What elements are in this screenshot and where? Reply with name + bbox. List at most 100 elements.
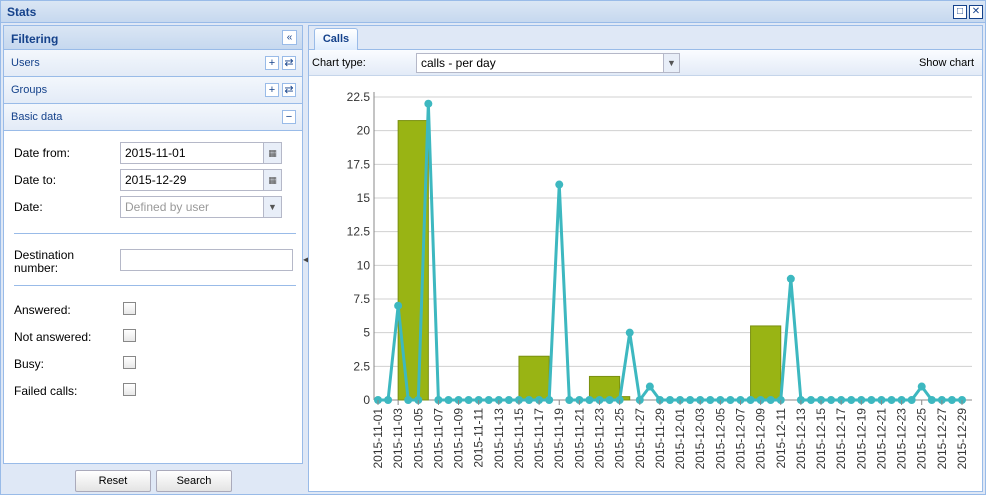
data-point <box>555 180 564 189</box>
date-row: Date: Defined by user ▼ <box>14 196 299 218</box>
calendar-icon[interactable]: ▦ <box>263 170 281 190</box>
bar <box>518 355 550 401</box>
data-point <box>444 396 453 404</box>
divider <box>14 233 296 234</box>
x-tick-label: 2015-11-25 <box>613 408 627 469</box>
data-point <box>746 396 755 404</box>
y-tick-label: 12.5 <box>347 225 371 239</box>
x-tick-label: 2015-11-17 <box>532 408 546 469</box>
busy-checkbox[interactable] <box>123 356 136 369</box>
date-from-value: 2015-11-01 <box>125 146 186 160</box>
data-point <box>565 396 574 404</box>
tab-calls[interactable]: Calls <box>314 28 358 50</box>
section-basic-label: Basic data <box>11 111 63 123</box>
x-tick-label: 2015-11-29 <box>653 408 667 469</box>
date-to-input[interactable]: 2015-12-29 ▦ <box>120 169 282 191</box>
x-tick-label: 2015-12-15 <box>814 408 828 470</box>
calls-panel: Calls Chart type: calls - per day ▼ Show… <box>308 25 983 492</box>
y-tick-label: 20 <box>357 124 371 138</box>
x-tick-label: 2015-12-11 <box>774 408 788 469</box>
date-to-value: 2015-12-29 <box>125 173 187 187</box>
data-point <box>585 396 594 404</box>
data-point <box>645 382 654 391</box>
section-users[interactable]: Users + ⇄ <box>4 50 302 77</box>
date-label: Date: <box>14 200 43 214</box>
x-tick-label: 2015-12-19 <box>854 408 868 470</box>
x-tick-label: 2015-12-03 <box>693 408 707 470</box>
data-point <box>766 396 775 404</box>
maximize-icon[interactable]: □ <box>953 5 967 19</box>
busy-label: Busy: <box>14 357 45 371</box>
x-tick-label: 2015-12-05 <box>713 408 727 470</box>
date-select[interactable]: Defined by user ▼ <box>120 196 282 218</box>
x-tick-label: 2015-11-27 <box>633 408 647 469</box>
destination-label-line1: Destination <box>14 248 75 262</box>
chart-type-value: calls - per day <box>421 56 496 70</box>
reset-button[interactable]: Reset <box>75 470 151 492</box>
basic-collapse-icon[interactable]: − <box>282 110 296 124</box>
data-point <box>917 382 926 391</box>
destination-label-line2: number: <box>14 261 59 275</box>
close-icon[interactable]: ✕ <box>969 5 983 19</box>
window-title: Stats <box>7 5 37 19</box>
failed-calls-label: Failed calls: <box>14 384 78 398</box>
filter-panel-header: Filtering « <box>4 26 302 50</box>
divider <box>14 285 296 286</box>
x-tick-label: 2015-12-23 <box>895 408 909 470</box>
y-tick-label: 17.5 <box>347 157 371 171</box>
destination-number-input[interactable] <box>120 249 293 271</box>
data-point <box>545 396 554 404</box>
y-tick-label: 7.5 <box>353 292 370 306</box>
show-chart-button[interactable]: Show chart <box>919 57 974 69</box>
data-point <box>525 396 534 404</box>
chevron-down-icon[interactable]: ▼ <box>263 197 281 217</box>
x-tick-label: 2015-12-13 <box>794 408 808 470</box>
section-basic-data[interactable]: Basic data − <box>4 104 302 131</box>
groups-add-icon[interactable]: + <box>265 83 279 97</box>
data-point <box>625 328 634 337</box>
bar <box>750 325 782 401</box>
groups-refresh-icon[interactable]: ⇄ <box>282 83 296 97</box>
failed-calls-checkbox[interactable] <box>123 383 136 396</box>
x-tick-label: 2015-11-01 <box>371 408 385 469</box>
x-tick-label: 2015-12-29 <box>955 408 969 470</box>
chevron-down-icon[interactable]: ▼ <box>663 54 679 72</box>
date-from-row: Date from: 2015-11-01 ▦ <box>14 142 299 164</box>
x-tick-label: 2015-12-01 <box>673 408 687 470</box>
data-point <box>394 301 403 310</box>
x-tick-label: 2015-11-09 <box>452 408 466 469</box>
section-groups[interactable]: Groups + ⇄ <box>4 77 302 104</box>
users-refresh-icon[interactable]: ⇄ <box>282 56 296 70</box>
answered-row: Answered: <box>14 299 299 321</box>
y-tick-label: 0 <box>363 393 370 407</box>
x-tick-label: 2015-12-27 <box>935 408 949 470</box>
filter-button-bar: Reset Search <box>3 464 303 492</box>
data-point <box>464 396 473 404</box>
x-tick-label: 2015-11-13 <box>492 408 506 469</box>
x-tick-label: 2015-11-19 <box>552 408 566 469</box>
search-button[interactable]: Search <box>156 470 232 492</box>
data-point <box>504 396 513 404</box>
y-tick-label: 2.5 <box>353 359 370 373</box>
data-point <box>706 396 715 404</box>
date-from-input[interactable]: 2015-11-01 ▦ <box>120 142 282 164</box>
data-point <box>404 396 413 404</box>
filter-panel: Filtering « Users + ⇄ Groups + ⇄ Basic d… <box>3 25 303 464</box>
not-answered-row: Not answered: <box>14 326 299 348</box>
tab-strip: Calls <box>309 26 982 50</box>
not-answered-checkbox[interactable] <box>123 329 136 342</box>
destination-label: Destination number: <box>14 249 74 275</box>
data-point <box>384 396 393 404</box>
calendar-icon[interactable]: ▦ <box>263 143 281 163</box>
y-tick-label: 22.5 <box>347 90 371 104</box>
y-tick-label: 10 <box>357 258 371 272</box>
data-point <box>484 396 493 404</box>
x-tick-label: 2015-11-07 <box>431 408 445 469</box>
chart-toolbar: Chart type: calls - per day ▼ Show chart <box>309 50 982 76</box>
collapse-left-icon[interactable]: « <box>282 30 297 45</box>
answered-checkbox[interactable] <box>123 302 136 315</box>
users-add-icon[interactable]: + <box>265 56 279 70</box>
filter-panel-title: Filtering <box>11 32 59 46</box>
chart-type-select[interactable]: calls - per day ▼ <box>416 53 680 73</box>
data-point <box>887 396 896 404</box>
